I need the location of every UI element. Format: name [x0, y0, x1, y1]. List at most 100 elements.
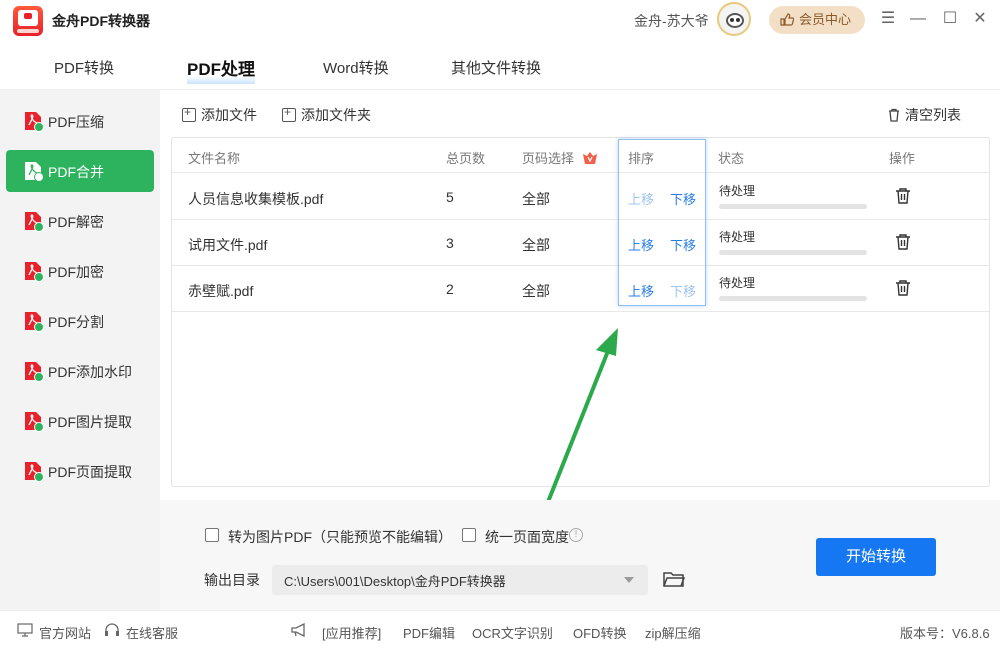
sidebar-item-page-extract[interactable]: PDF页面提取 — [6, 450, 154, 492]
status-text: 待处理 — [719, 184, 756, 198]
add-folder-icon — [282, 105, 296, 122]
app-recommend-label: [应用推荐] — [322, 626, 382, 641]
add-folder-label: 添加文件夹 — [301, 107, 371, 123]
output-dir-select[interactable]: C:\Users\001\Desktop\金舟PDF转换器 — [272, 565, 648, 595]
support-link[interactable]: 在线客服 — [126, 623, 178, 642]
page-range[interactable]: 全部 — [522, 281, 550, 301]
title-bar: 金舟PDF转换器 金舟-苏大爷 会员中心 ☰ — ☐ ✕ — [0, 0, 1000, 40]
sidebar-item-label: PDF加密 — [48, 264, 104, 280]
link-ofd[interactable]: OFD转换 — [573, 623, 626, 642]
tab-pdf-process[interactable]: PDF处理 — [187, 55, 255, 84]
header-range-label: 页码选择 — [522, 151, 575, 166]
header-status: 状态 — [718, 151, 745, 166]
app-logo-icon — [13, 6, 43, 36]
sidebar-item-image-extract[interactable]: PDF图片提取 — [6, 400, 154, 442]
website-link[interactable]: 官方网站 — [39, 623, 91, 642]
page-range[interactable]: 全部 — [522, 235, 550, 255]
link-zip[interactable]: zip解压缩 — [645, 623, 701, 642]
chevron-down-icon — [624, 577, 634, 583]
pdf-page-extract-icon — [25, 462, 44, 482]
progress-bar — [719, 296, 867, 301]
megaphone-icon — [291, 623, 305, 637]
delete-icon[interactable] — [894, 233, 912, 251]
page-count: 5 — [446, 189, 454, 205]
add-file-label: 添加文件 — [201, 107, 257, 123]
link-ocr[interactable]: OCR文字识别 — [472, 623, 553, 642]
sidebar-item-label: PDF合并 — [48, 164, 104, 180]
version-text: 版本号：V6.8.6 — [900, 626, 990, 641]
info-icon[interactable]: ! — [569, 528, 583, 542]
table-row: 人员信息收集模板.pdf 5 全部 上移 下移 待处理 — [172, 174, 989, 220]
table-header: 文件名称 总页数 页码选择 排序 状态 操作 — [172, 138, 989, 173]
file-name: 赤壁赋.pdf — [188, 283, 254, 299]
to-image-pdf-checkbox[interactable] — [205, 528, 219, 542]
header-pages: 总页数 — [446, 151, 486, 166]
page-range[interactable]: 全部 — [522, 189, 550, 209]
pdf-compress-icon — [25, 112, 44, 132]
user-name[interactable]: 金舟-苏大爷 — [634, 11, 709, 31]
vip-center-button[interactable]: 会员中心 — [769, 6, 865, 34]
to-image-pdf-label: 转为图片PDF（只能预览不能编辑） — [228, 529, 452, 545]
sidebar-item-decrypt[interactable]: PDF解密 — [6, 200, 154, 242]
sidebar-item-watermark[interactable]: PDF添加水印 — [6, 350, 154, 392]
status-bar: 官方网站 在线客服 [应用推荐] PDF编辑 OCR文字识别 OFD转换 zip… — [0, 610, 1000, 650]
vip-badge-icon — [582, 152, 597, 164]
output-dir-path: C:\Users\001\Desktop\金舟PDF转换器 — [284, 574, 506, 589]
link-pdf-edit[interactable]: PDF编辑 — [403, 623, 455, 642]
thumbs-up-icon — [780, 13, 794, 26]
sidebar-item-label: PDF压缩 — [48, 114, 104, 130]
sidebar-item-label: PDF分割 — [48, 314, 104, 330]
sidebar-item-encrypt[interactable]: PDF加密 — [6, 250, 154, 292]
table-row: 试用文件.pdf 3 全部 上移 下移 待处理 — [172, 220, 989, 266]
pdf-split-icon — [25, 312, 44, 332]
pdf-encrypt-icon — [25, 262, 44, 282]
add-folder-button[interactable]: 添加文件夹 — [282, 105, 371, 125]
progress-bar — [719, 204, 867, 209]
clear-list-label: 清空列表 — [905, 107, 961, 123]
maximize-icon[interactable]: ☐ — [941, 10, 959, 28]
avatar[interactable] — [717, 2, 751, 36]
page-count: 2 — [446, 281, 454, 297]
headset-icon — [105, 623, 119, 636]
add-file-button[interactable]: 添加文件 — [182, 105, 257, 125]
unify-width-label: 统一页面宽度 — [485, 529, 569, 545]
annotation-arrow — [542, 328, 618, 514]
sidebar-item-label: PDF解密 — [48, 214, 104, 230]
pdf-image-extract-icon — [25, 412, 44, 432]
trash-icon — [889, 108, 899, 122]
add-file-icon — [182, 105, 196, 122]
app-title: 金舟PDF转换器 — [52, 13, 150, 29]
minimize-icon[interactable]: — — [909, 10, 927, 28]
sidebar-item-label: PDF图片提取 — [48, 414, 132, 430]
menu-icon[interactable]: ☰ — [879, 10, 897, 28]
sidebar-item-label: PDF添加水印 — [48, 364, 132, 380]
pdf-watermark-icon — [25, 362, 44, 382]
tab-other-convert[interactable]: 其他文件转换 — [451, 57, 541, 78]
output-dir-label: 输出目录 — [204, 572, 260, 588]
file-name: 人员信息收集模板.pdf — [188, 191, 324, 207]
unify-width-checkbox[interactable] — [462, 528, 476, 542]
start-convert-button[interactable]: 开始转换 — [816, 538, 936, 576]
sidebar-item-compress[interactable]: PDF压缩 — [6, 100, 154, 142]
open-folder-icon[interactable] — [663, 569, 685, 589]
sidebar-item-merge[interactable]: PDF合并 — [6, 150, 154, 192]
status-text: 待处理 — [719, 230, 756, 244]
vip-center-label: 会员中心 — [799, 12, 852, 27]
header-range: 页码选择 — [522, 148, 598, 167]
tab-pdf-convert[interactable]: PDF转换 — [54, 57, 114, 78]
delete-icon[interactable] — [894, 187, 912, 205]
close-icon[interactable]: ✕ — [971, 10, 989, 28]
page-count: 3 — [446, 235, 454, 251]
tab-word-convert[interactable]: Word转换 — [323, 57, 389, 78]
sidebar-item-split[interactable]: PDF分割 — [6, 300, 154, 342]
clear-list-button[interactable]: 清空列表 — [887, 105, 961, 125]
progress-bar — [719, 250, 867, 255]
sidebar: PDF压缩 PDF合并 PDF解密 PDF加密 PDF分割 PDF添加水印 PD… — [0, 90, 160, 610]
delete-icon[interactable] — [894, 279, 912, 297]
sort-column-highlight — [618, 139, 706, 306]
main-tabs: PDF转换 PDF处理 Word转换 其他文件转换 — [0, 40, 1000, 90]
file-name: 试用文件.pdf — [188, 237, 268, 253]
website-icon — [17, 623, 33, 637]
header-name: 文件名称 — [188, 151, 241, 166]
pdf-decrypt-icon — [25, 212, 44, 232]
